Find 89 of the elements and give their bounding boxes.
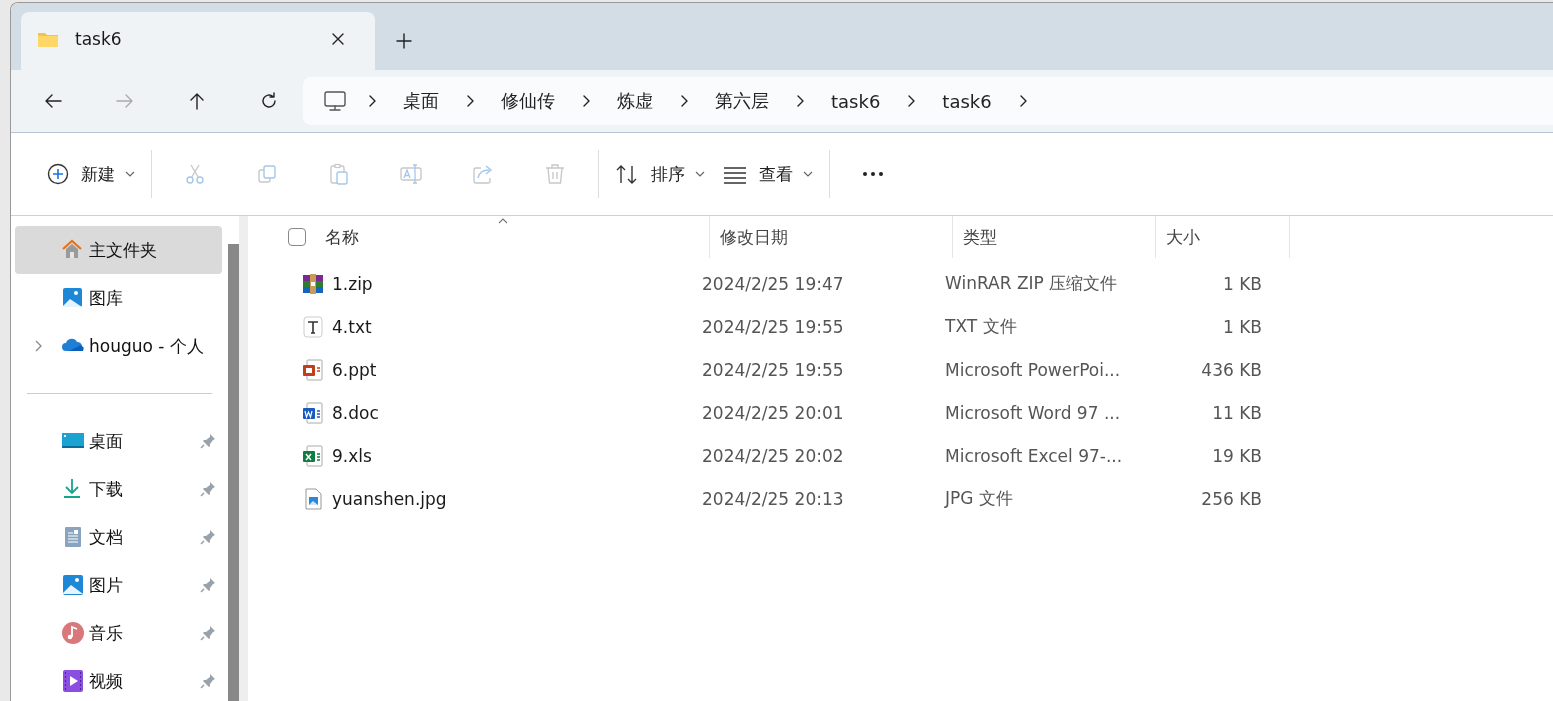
file-type: WinRAR ZIP 压缩文件 <box>944 272 1119 295</box>
plus-icon <box>396 33 412 49</box>
file-name: yuanshen.jpg <box>332 488 447 509</box>
chevron-right-icon <box>679 94 689 108</box>
spreadsheet-file-icon <box>302 444 324 467</box>
file-row[interactable]: 9.xls 2024/2/25 20:02 Microsoft Excel 97-... 19 KB <box>288 434 1553 477</box>
presentation-file-icon <box>302 358 324 381</box>
file-type: Microsoft Excel 97-... <box>944 445 1124 466</box>
chevron-right-icon <box>795 94 805 108</box>
refresh-icon <box>259 91 279 111</box>
monitor-icon <box>323 90 347 112</box>
picture-icon <box>61 286 85 310</box>
file-size: 1 KB <box>1221 273 1263 294</box>
breadcrumb-item[interactable]: 第六层 <box>715 89 769 113</box>
sidebar-item[interactable]: 主文件夹 <box>15 226 222 274</box>
word-document-icon <box>302 401 324 424</box>
tab-title: task6 <box>75 29 123 49</box>
file-row[interactable]: 6.ppt 2024/2/25 19:55 Microsoft PowerPoi... 436 KB <box>288 348 1553 391</box>
chevron-right-icon <box>581 94 591 108</box>
share-icon <box>472 163 494 185</box>
breadcrumb-item[interactable]: 修仙传 <box>501 89 555 113</box>
address-bar[interactable]: 桌面 修仙传 炼虚 第六层 task6 task6 <box>303 77 1553 125</box>
file-type: Microsoft Word 97 ... <box>944 402 1122 423</box>
sidebar-item[interactable]: 图片 <box>15 561 222 609</box>
file-size: 1 KB <box>1221 316 1263 337</box>
file-row[interactable]: 1.zip 2024/2/25 19:47 WinRAR ZIP 压缩文件 1 KB <box>288 262 1553 305</box>
file-size: 436 KB <box>1200 359 1263 380</box>
folder-icon <box>37 30 59 48</box>
column-header[interactable]: 名称 <box>325 216 710 258</box>
new-button[interactable]: 新建 <box>41 153 141 195</box>
sidebar-item[interactable]: houguo - 个人 <box>15 322 222 370</box>
scissors-icon <box>184 163 206 185</box>
video-icon <box>61 669 85 693</box>
file-size: 11 KB <box>1211 402 1263 423</box>
sort-button[interactable]: 排序 <box>609 153 711 195</box>
copy-icon <box>256 163 278 185</box>
add-icon <box>47 163 69 185</box>
select-all-checkbox[interactable] <box>288 228 306 246</box>
modified-date: 2024/2/25 20:02 <box>701 445 845 466</box>
breadcrumb-item[interactable]: 炼虚 <box>617 89 653 113</box>
modified-date: 2024/2/25 20:01 <box>701 402 845 423</box>
column-header[interactable]: 类型 <box>953 216 1156 258</box>
column-header[interactable]: 大小 <box>1156 216 1290 258</box>
file-type: TXT 文件 <box>944 315 1018 338</box>
chevron-right-icon <box>465 94 475 108</box>
image-file-icon <box>302 487 324 510</box>
sidebar-item[interactable]: 图库 <box>15 274 222 322</box>
breadcrumb-item[interactable]: 桌面 <box>403 89 439 113</box>
file-name: 9.xls <box>332 445 372 466</box>
file-name: 6.ppt <box>332 359 377 380</box>
chevron-right-icon <box>906 94 917 108</box>
sidebar-item[interactable]: 下载 <box>15 465 222 513</box>
file-row[interactable]: 4.txt 2024/2/25 19:55 TXT 文件 1 KB <box>288 305 1553 348</box>
sort-icon <box>615 163 639 185</box>
rename-icon <box>400 163 422 185</box>
text-file-icon <box>302 315 324 338</box>
file-type: Microsoft PowerPoi... <box>944 359 1122 380</box>
more-icon <box>862 171 884 177</box>
file-name: 8.doc <box>332 402 379 423</box>
scrollbar[interactable] <box>228 244 239 701</box>
trash-icon <box>544 163 566 185</box>
modified-date: 2024/2/25 20:13 <box>701 488 845 509</box>
modified-date: 2024/2/25 19:55 <box>701 316 845 337</box>
sidebar-item[interactable]: 音乐 <box>15 609 222 657</box>
chevron-right-icon <box>367 94 377 108</box>
clipboard-icon <box>328 163 350 185</box>
file-name: 1.zip <box>332 273 373 294</box>
file-size: 19 KB <box>1211 445 1263 466</box>
modified-date: 2024/2/25 19:55 <box>701 359 845 380</box>
file-row[interactable]: 8.doc 2024/2/25 20:01 Microsoft Word 97 ... 11 KB <box>288 391 1553 434</box>
modified-date: 2024/2/25 19:47 <box>701 273 845 294</box>
archive-icon <box>302 272 324 295</box>
file-row[interactable]: yuanshen.jpg 2024/2/25 20:13 JPG 文件 256 KB <box>288 477 1553 520</box>
file-size: 256 KB <box>1200 488 1263 509</box>
sidebar-item[interactable]: 视频 <box>15 657 222 701</box>
file-type: JPG 文件 <box>943 487 1014 510</box>
sidebar-item[interactable]: 桌面 <box>15 417 222 465</box>
file-name: 4.txt <box>332 316 372 337</box>
column-header[interactable]: 修改日期 <box>710 216 953 258</box>
sidebar-item[interactable]: 文档 <box>15 513 222 561</box>
close-icon <box>331 32 345 46</box>
breadcrumb-item[interactable]: task6 <box>831 90 881 112</box>
sort-ascending-icon <box>497 218 508 224</box>
chevron-right-icon[interactable] <box>33 339 43 353</box>
view-button[interactable]: 查看 <box>717 153 819 195</box>
picture-icon <box>61 573 85 597</box>
breadcrumb-item[interactable]: task6 <box>942 90 992 112</box>
music-note-icon <box>61 621 85 645</box>
window-tab[interactable]: task6 <box>21 12 375 70</box>
